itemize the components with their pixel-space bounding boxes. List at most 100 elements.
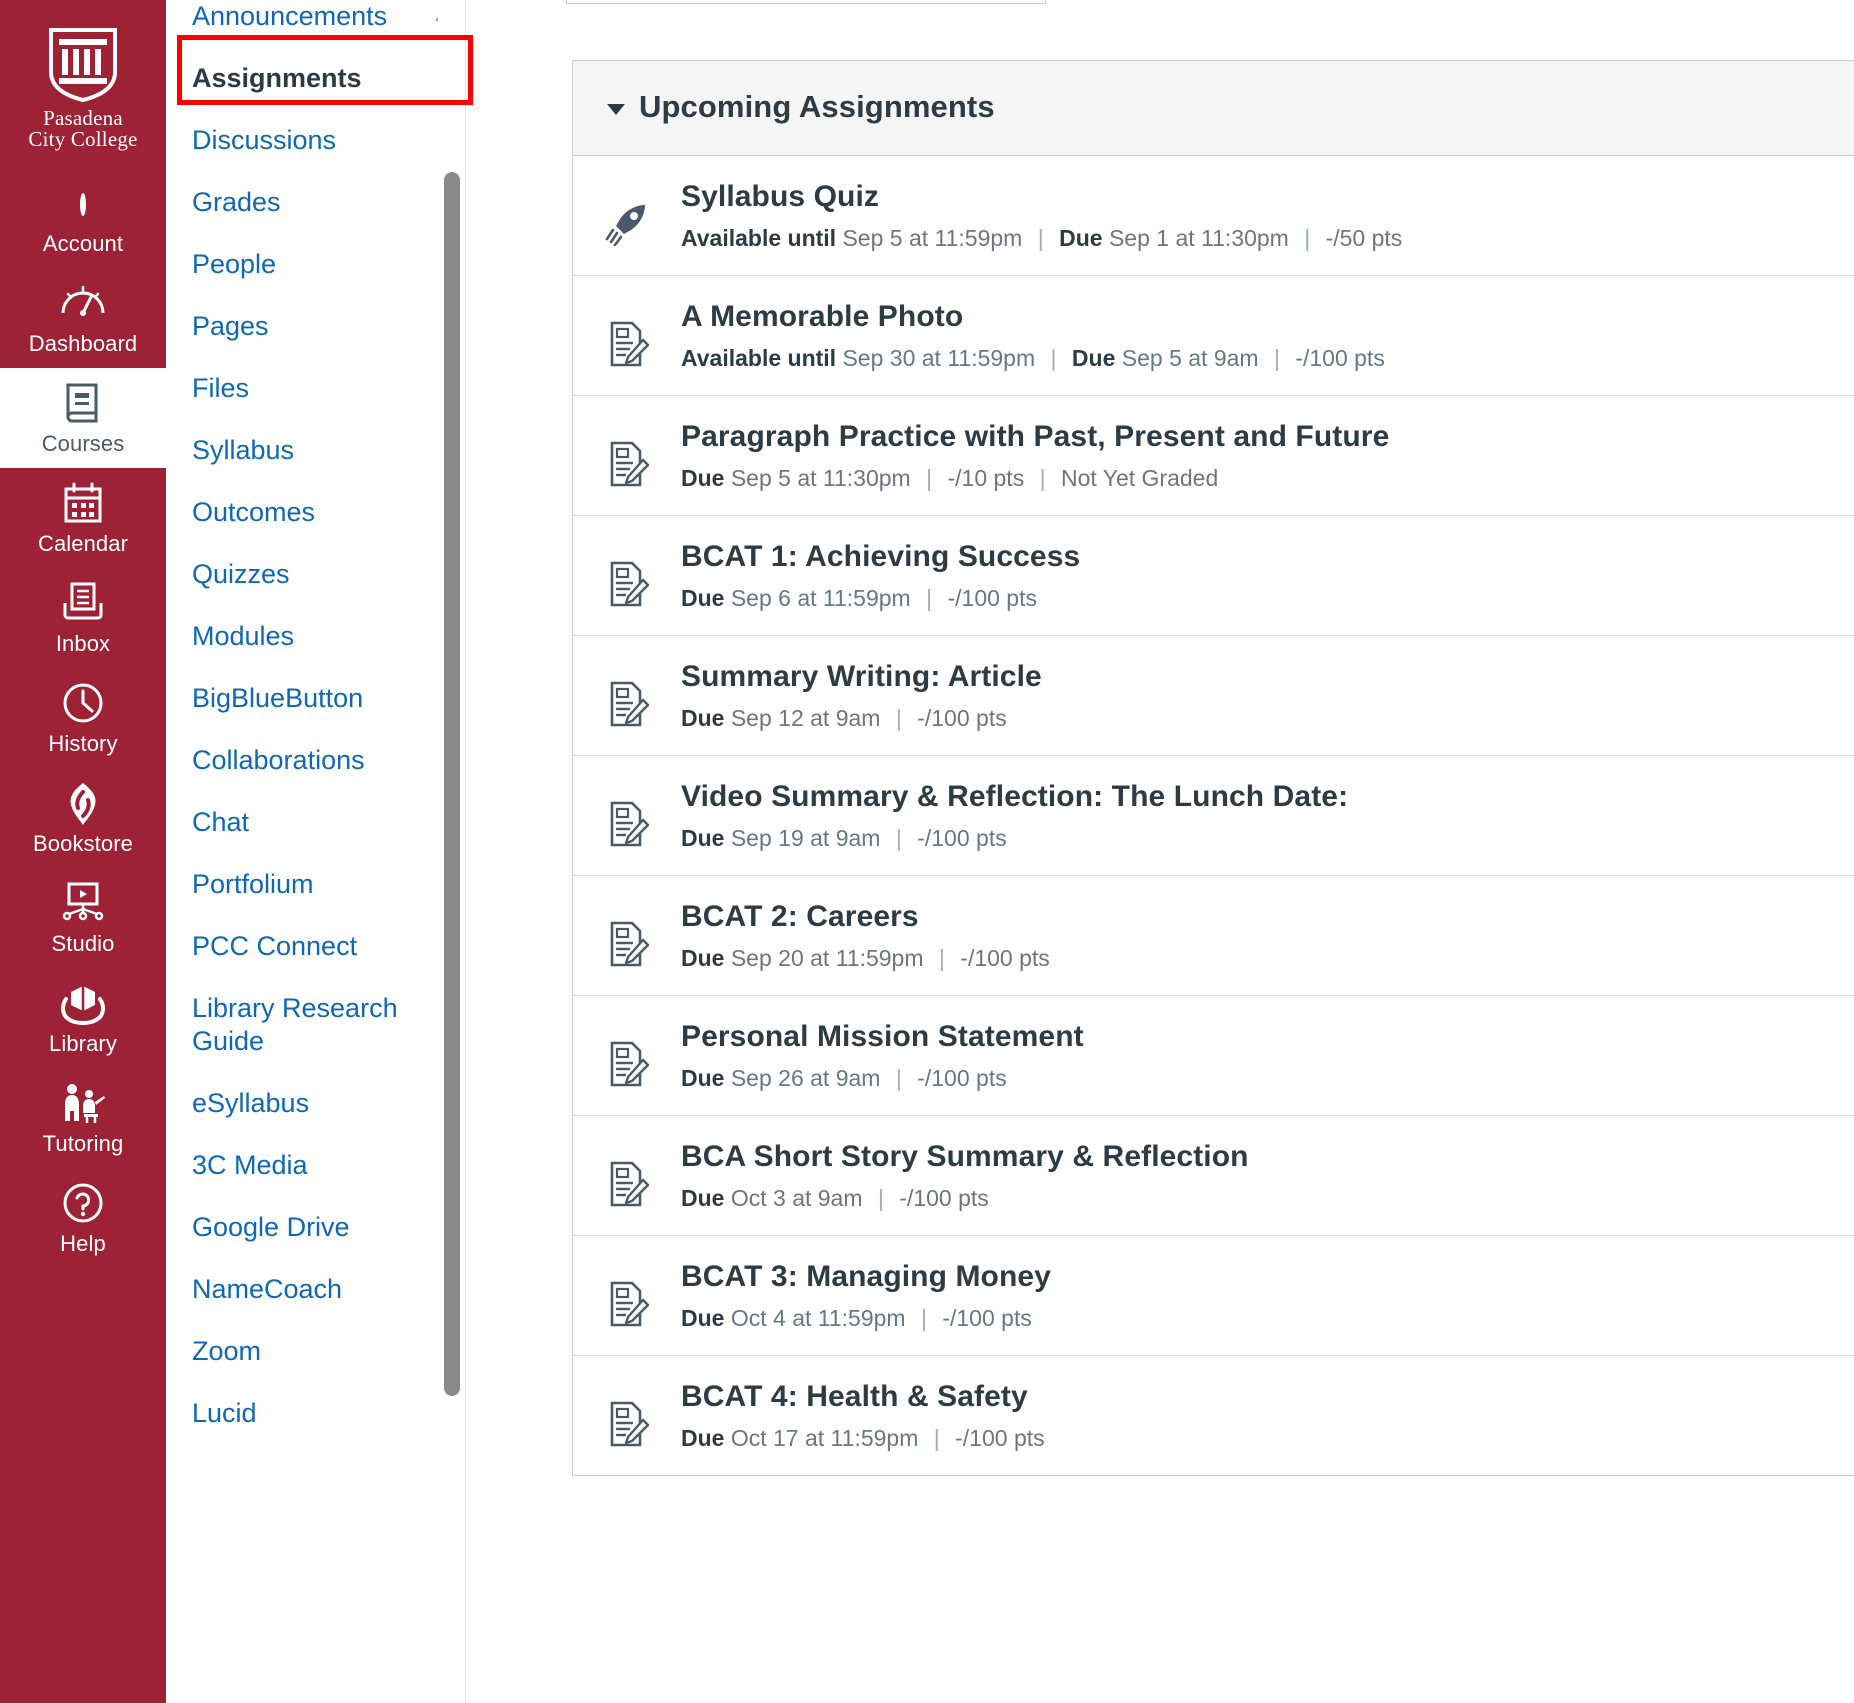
assignment-body: Paragraph Practice with Past, Present an… — [681, 418, 1409, 493]
assignment-title-link[interactable]: BCA Short Story Summary & Reflection — [681, 1138, 1249, 1176]
global-nav-calendar[interactable]: Calendar — [0, 468, 166, 568]
points-value: -/100 pts — [960, 945, 1050, 971]
studio-screen-play-icon — [0, 881, 166, 929]
assignment-title-link[interactable]: Paragraph Practice with Past, Present an… — [681, 418, 1389, 456]
course-nav-link-grades[interactable]: Grades — [188, 172, 466, 234]
meta-separator: | — [926, 465, 933, 491]
global-nav-calendar-label: Calendar — [37, 531, 129, 556]
course-nav-link-announcements[interactable]: Announcements — [188, 0, 466, 48]
course-nav-link-3c-media[interactable]: 3C Media — [188, 1135, 466, 1197]
due-label: Due — [681, 825, 725, 851]
due-value: Oct 4 at 11:59pm — [730, 1305, 906, 1331]
course-nav-link-syllabus[interactable]: Syllabus — [188, 420, 466, 482]
points-value: -/100 pts — [942, 1305, 1032, 1331]
tutoring-people-icon — [0, 1081, 166, 1129]
global-nav-dashboard[interactable]: Dashboard — [0, 268, 166, 368]
meta-separator: | — [926, 585, 933, 611]
course-nav-link-library-research-guide[interactable]: Library Research Guide — [188, 978, 466, 1073]
course-nav-item-bigbluebutton: BigBlueButton — [188, 668, 466, 730]
points-value: -/100 pts — [917, 705, 1007, 731]
course-nav-link-google-drive[interactable]: Google Drive — [188, 1197, 466, 1259]
assignment-title-link[interactable]: Video Summary & Reflection: The Lunch Da… — [681, 778, 1348, 816]
available-label: Available until — [681, 225, 837, 251]
course-nav-link-collaborations[interactable]: Collaborations — [188, 730, 466, 792]
global-nav-studio[interactable]: Studio — [0, 868, 166, 968]
course-nav-item-esyllabus: eSyllabus — [188, 1073, 466, 1135]
assignment-row[interactable]: BCAT 3: Managing Money Due Oct 4 at 11:5… — [573, 1236, 1854, 1356]
course-nav-link-portfolium[interactable]: Portfolium — [188, 854, 466, 916]
assignment-title-link[interactable]: Syllabus Quiz — [681, 178, 1402, 216]
global-nav-courses[interactable]: Courses — [0, 368, 166, 468]
global-nav-bookstore[interactable]: Bookstore — [0, 768, 166, 868]
meta-separator: | — [1273, 345, 1280, 371]
global-nav-tutoring[interactable]: Tutoring — [0, 1068, 166, 1168]
course-nav-link-esyllabus[interactable]: eSyllabus — [188, 1073, 466, 1135]
meta-separator: | — [877, 1185, 884, 1211]
assignment-meta: Due Sep 20 at 11:59pm | -/100 pts — [681, 943, 1050, 973]
global-nav-help[interactable]: Help — [0, 1168, 166, 1268]
course-nav-item-3c-media: 3C Media — [188, 1135, 466, 1197]
due-value: Sep 20 at 11:59pm — [730, 945, 924, 971]
assignment-title-link[interactable]: A Memorable Photo — [681, 298, 1385, 336]
assignment-title-link[interactable]: BCAT 2: Careers — [681, 898, 1050, 936]
course-nav-item-syllabus: Syllabus — [188, 420, 466, 482]
course-nav-link-quizzes[interactable]: Quizzes — [188, 544, 466, 606]
course-nav-link-assignments[interactable]: Assignments — [188, 48, 466, 110]
assignment-group-header[interactable]: Upcoming Assignments — [573, 61, 1854, 156]
assignment-meta: Due Sep 12 at 9am | -/100 pts — [681, 703, 1042, 733]
course-nav-link-bigbluebutton[interactable]: BigBlueButton — [188, 668, 466, 730]
assignment-title-link[interactable]: Summary Writing: Article — [681, 658, 1042, 696]
points-value: -/10 pts — [947, 465, 1025, 491]
course-nav-link-lucid[interactable]: Lucid — [188, 1383, 466, 1445]
course-nav-link-people[interactable]: People — [188, 234, 466, 296]
assignment-row[interactable]: Video Summary & Reflection: The Lunch Da… — [573, 756, 1854, 876]
assignment-row[interactable]: Syllabus Quiz Available until Sep 5 at 1… — [573, 156, 1854, 276]
global-nav-inbox[interactable]: Inbox — [0, 568, 166, 668]
global-nav-library[interactable]: Library — [0, 968, 166, 1068]
assignment-row[interactable]: Summary Writing: Article Due Sep 12 at 9… — [573, 636, 1854, 756]
assignment-title-link[interactable]: Personal Mission Statement — [681, 1018, 1084, 1056]
assignment-row[interactable]: BCA Short Story Summary & Reflection Due… — [573, 1116, 1854, 1236]
global-nav-account[interactable]: Account — [0, 168, 166, 268]
assignment-title-link[interactable]: BCAT 1: Achieving Success — [681, 538, 1080, 576]
course-nav-item-discussions: Discussions — [188, 110, 466, 172]
course-nav-link-pages[interactable]: Pages — [188, 296, 466, 358]
assignment-meta: Due Sep 5 at 11:30pm | -/10 pts | Not Ye… — [681, 463, 1389, 493]
course-nav-link-modules[interactable]: Modules — [188, 606, 466, 668]
assignment-meta: Due Sep 26 at 9am | -/100 pts — [681, 1063, 1084, 1093]
assignment-title-link[interactable]: BCAT 4: Health & Safety — [681, 1378, 1045, 1416]
assignment-title-link[interactable]: BCAT 3: Managing Money — [681, 1258, 1051, 1296]
course-nav-link-namecoach[interactable]: NameCoach — [188, 1259, 466, 1321]
assignment-group-panel: Upcoming Assignments Syllabus Quiz Avail… — [572, 60, 1854, 1476]
assignment-row[interactable]: Paragraph Practice with Past, Present an… — [573, 396, 1854, 516]
due-label: Due — [681, 1425, 725, 1451]
course-nav-link-files[interactable]: Files — [188, 358, 466, 420]
institution-logo[interactable]: Pasadena City College — [23, 26, 143, 150]
course-nav-link-zoom[interactable]: Zoom — [188, 1321, 466, 1383]
course-nav-link-discussions[interactable]: Discussions — [188, 110, 466, 172]
course-nav-item-quizzes: Quizzes — [188, 544, 466, 606]
assignment-row[interactable]: BCAT 2: Careers Due Sep 20 at 11:59pm | … — [573, 876, 1854, 996]
assignment-row[interactable]: BCAT 1: Achieving Success Due Sep 6 at 1… — [573, 516, 1854, 636]
assignment-body: BCAT 1: Achieving Success Due Sep 6 at 1… — [681, 538, 1100, 613]
dashboard-gauge-icon — [0, 281, 166, 329]
assignment-row[interactable]: A Memorable Photo Available until Sep 30… — [573, 276, 1854, 396]
wordmark-line-2: City College — [28, 127, 138, 151]
assignment-row[interactable]: Personal Mission Statement Due Sep 26 at… — [573, 996, 1854, 1116]
caret-down-icon[interactable] — [607, 103, 625, 115]
assignment-meta: Due Oct 4 at 11:59pm | -/100 pts — [681, 1303, 1051, 1333]
course-nav-item-pcc-connect: PCC Connect — [188, 916, 466, 978]
course-nav-list: Announcements Assignments Discussions Gr… — [166, 0, 466, 1445]
course-nav-scrollbar-thumb[interactable] — [444, 172, 460, 1396]
course-nav-item-collaborations: Collaborations — [188, 730, 466, 792]
meta-separator: | — [920, 1305, 927, 1331]
course-nav-link-chat[interactable]: Chat — [188, 792, 466, 854]
assignment-meta: Due Oct 3 at 9am | -/100 pts — [681, 1183, 1249, 1213]
assignment-row[interactable]: BCAT 4: Health & Safety Due Oct 17 at 11… — [573, 1356, 1854, 1475]
course-nav-link-pcc-connect[interactable]: PCC Connect — [188, 916, 466, 978]
assignment-document-pencil-icon — [573, 1378, 681, 1448]
global-nav-history[interactable]: History — [0, 668, 166, 768]
course-nav-link-outcomes[interactable]: Outcomes — [188, 482, 466, 544]
assignment-document-pencil-icon — [573, 1138, 681, 1208]
meta-separator: | — [1050, 345, 1057, 371]
